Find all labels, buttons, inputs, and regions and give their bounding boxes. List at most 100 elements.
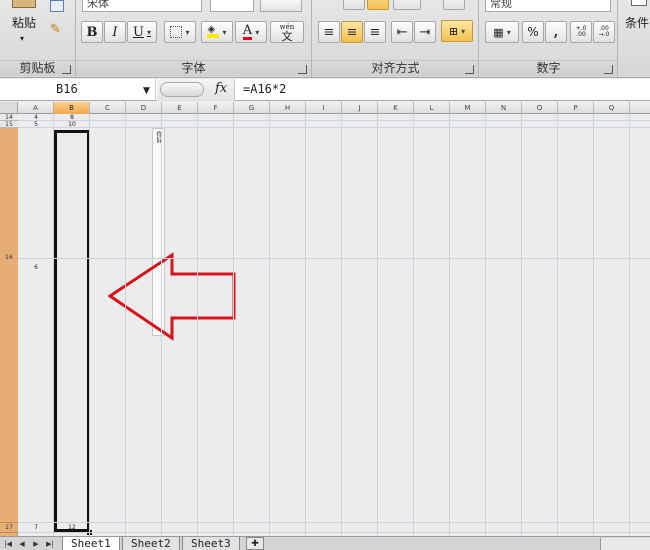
align-center-icon: ≡ — [346, 24, 358, 40]
orientation-button[interactable] — [393, 0, 421, 10]
cell-b17[interactable]: 12 — [54, 523, 90, 533]
formula-bar-resize-handle[interactable] — [160, 82, 204, 97]
gridline — [53, 114, 54, 536]
row-header-17[interactable]: 17 — [0, 523, 18, 533]
sheet-tab-sheet2[interactable]: Sheet2 — [122, 537, 180, 550]
cell-a14[interactable]: 4 — [18, 114, 54, 121]
conditional-format-button[interactable]: 条件 — [625, 14, 649, 31]
accounting-format-button[interactable]: ▦ ▾ — [485, 21, 519, 43]
column-header-d[interactable]: D — [126, 102, 162, 114]
next-sheet-icon[interactable]: ▶ — [30, 538, 42, 550]
gridline — [18, 120, 650, 121]
fill-color-icon: ◈ — [207, 25, 220, 38]
insert-sheet-icon[interactable]: ✚ — [246, 537, 264, 550]
sheet-tab-sheet1[interactable]: Sheet1 — [62, 537, 120, 550]
cell-b14[interactable]: 8 — [54, 114, 90, 121]
align-middle-button[interactable] — [343, 0, 365, 10]
column-header-m[interactable]: M — [450, 102, 486, 114]
clipboard-launcher-icon[interactable] — [62, 65, 71, 74]
last-sheet-icon[interactable]: ▶| — [44, 538, 56, 550]
gridline — [377, 114, 378, 536]
column-header-k[interactable]: K — [378, 102, 414, 114]
phonetic-button[interactable]: wén 文 — [270, 21, 304, 43]
column-header-a[interactable]: A — [18, 102, 54, 114]
column-header-q[interactable]: Q — [594, 102, 630, 114]
gridline — [449, 114, 450, 536]
font-color-button[interactable]: A ▾ — [235, 21, 267, 43]
gridline — [413, 114, 414, 536]
gridline — [557, 114, 558, 536]
cell-a15[interactable]: 5 — [18, 121, 54, 128]
underline-button[interactable]: U ▾ — [127, 21, 157, 43]
italic-button[interactable]: I — [104, 21, 126, 43]
column-header-i[interactable]: I — [306, 102, 342, 114]
column-header-n[interactable]: N — [486, 102, 522, 114]
column-header-o[interactable]: O — [522, 102, 558, 114]
gridline — [197, 114, 198, 536]
increase-decimal-button[interactable]: +.0 .00 — [570, 21, 592, 43]
cell-a16[interactable]: 6 — [18, 264, 54, 272]
paste-icon[interactable] — [12, 0, 36, 8]
insert-function-icon[interactable]: fx — [215, 81, 227, 96]
format-painter-icon[interactable]: ✎ — [50, 22, 61, 37]
chevron-down-icon: ▾ — [255, 27, 260, 37]
first-sheet-icon[interactable]: |◀ — [2, 538, 14, 550]
decrease-indent-button[interactable]: ⇤ — [391, 21, 413, 43]
cell-b15[interactable]: 10 — [54, 121, 90, 128]
bold-button[interactable]: B — [81, 21, 103, 43]
conditional-format-icon[interactable] — [631, 0, 647, 6]
merge-center-button[interactable]: ⊞ ▾ — [441, 20, 473, 42]
paste-dropdown-icon[interactable]: ▾ — [20, 34, 24, 43]
number-launcher-icon[interactable] — [604, 65, 613, 74]
copy-icon[interactable] — [50, 0, 64, 12]
font-launcher-icon[interactable] — [298, 65, 307, 74]
gridline — [269, 114, 270, 536]
row-header-15[interactable]: 15 — [0, 121, 18, 128]
percent-button[interactable]: % — [522, 21, 544, 43]
align-right-button[interactable]: ≡ — [364, 21, 386, 43]
border-button[interactable]: ▾ — [164, 21, 196, 43]
fill-color-button[interactable]: ◈ ▾ — [201, 21, 233, 43]
column-header-g[interactable]: G — [234, 102, 270, 114]
column-header-c[interactable]: C — [90, 102, 126, 114]
cell-a17[interactable]: 7 — [18, 523, 54, 533]
name-box[interactable]: B16 — [0, 79, 156, 101]
alignment-group: ≡ ≡ ≡ ⇤ ⇥ ⊞ ▾ 对齐方式 — [313, 0, 479, 77]
prev-sheet-icon[interactable]: ◀ — [16, 538, 28, 550]
decrease-decimal-button[interactable]: .00 →.0 — [593, 21, 615, 43]
row-header-14[interactable]: 14 — [0, 114, 18, 121]
cell-grid[interactable]: 你好 4 8 5 10 6 7 12 — [18, 114, 650, 536]
select-all-corner[interactable] — [0, 102, 18, 114]
font-size-combo[interactable] — [210, 0, 254, 12]
column-header-e[interactable]: E — [162, 102, 198, 114]
border-icon — [170, 26, 183, 38]
chevron-down-icon[interactable]: ▼ — [143, 86, 150, 96]
increase-indent-button[interactable]: ⇥ — [414, 21, 436, 43]
font-group-label: 字体 — [76, 60, 311, 76]
number-format-combo[interactable]: 常规 — [485, 0, 611, 12]
formula-input[interactable]: =A16*2 — [243, 79, 286, 100]
font-grow-shrink-buttons[interactable] — [260, 0, 302, 12]
ribbon: 粘贴 ▾ ✎ 剪贴板 宋体 B I U ▾ ▾ ◈ ▾ A ▾ wén 文 字体 ≡ ≡… — [0, 0, 650, 78]
column-header-j[interactable]: J — [342, 102, 378, 114]
column-header-b[interactable]: B — [54, 102, 90, 114]
align-bottom-button[interactable] — [367, 0, 389, 10]
font-name-combo[interactable]: 宋体 — [82, 0, 202, 12]
selected-range-inner — [56, 132, 88, 530]
horizontal-scrollbar[interactable] — [600, 538, 650, 550]
alignment-launcher-icon[interactable] — [465, 65, 474, 74]
column-header-f[interactable]: F — [198, 102, 234, 114]
comma-button[interactable]: , — [545, 21, 567, 43]
font-group: 宋体 B I U ▾ ▾ ◈ ▾ A ▾ wén 文 字体 — [76, 0, 312, 77]
row-header-16[interactable]: 16 — [0, 128, 18, 523]
formula-controls: fx — [157, 79, 235, 101]
wrap-text-button[interactable] — [443, 0, 465, 10]
column-header-l[interactable]: L — [414, 102, 450, 114]
align-left-button[interactable]: ≡ — [318, 21, 340, 43]
align-center-button[interactable]: ≡ — [341, 21, 363, 43]
gridline — [161, 114, 162, 536]
column-header-p[interactable]: P — [558, 102, 594, 114]
paste-button[interactable]: 粘贴 — [12, 14, 36, 31]
column-header-h[interactable]: H — [270, 102, 306, 114]
sheet-tab-sheet3[interactable]: Sheet3 — [182, 537, 240, 550]
